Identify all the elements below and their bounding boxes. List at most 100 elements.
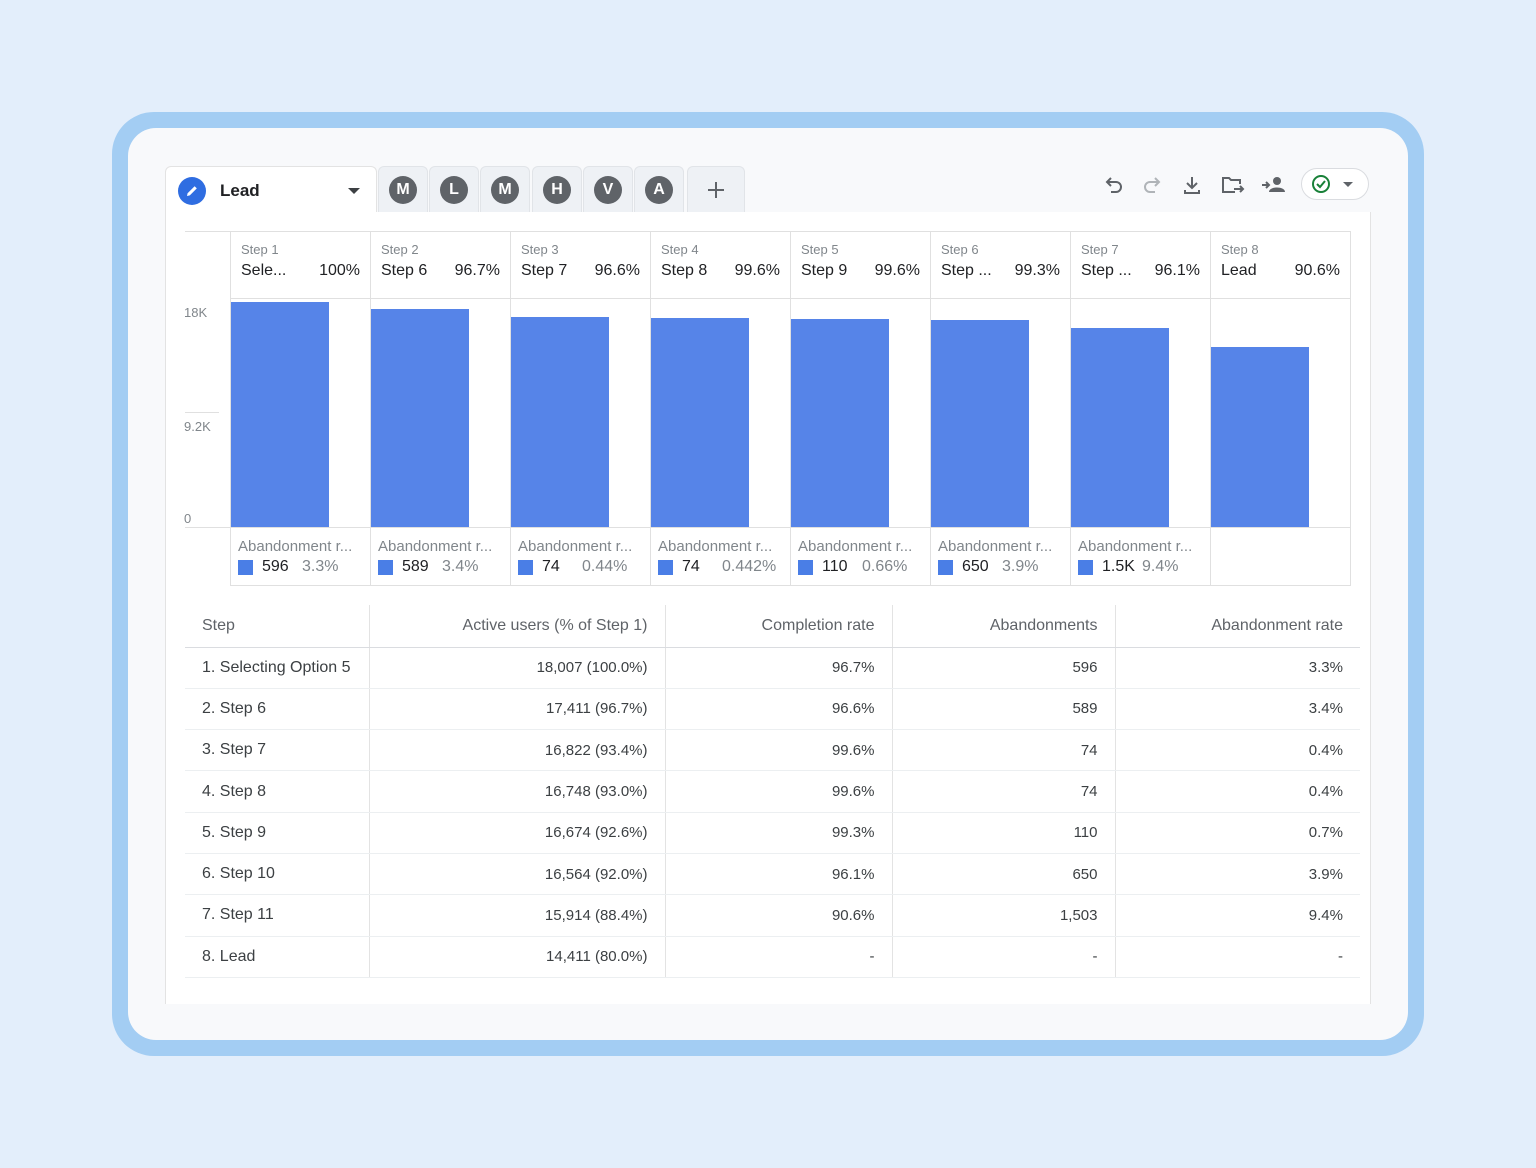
funnel-bar[interactable] xyxy=(651,318,749,527)
table-row[interactable]: 8. Lead 14,411 (80.0%) - - - xyxy=(185,936,1360,978)
step-header[interactable]: Step 6 Step ... 99.3% xyxy=(930,240,1070,290)
segment-tab[interactable]: A xyxy=(634,166,684,212)
segment-tab[interactable]: L xyxy=(429,166,479,212)
step-number: Step 4 xyxy=(661,242,699,257)
step-header[interactable]: Step 2 Step 6 96.7% xyxy=(370,240,510,290)
column-header-abandonment-rate[interactable]: Abandonment rate xyxy=(1114,605,1360,648)
step-header[interactable]: Step 1 Sele... 100% xyxy=(230,240,370,290)
funnel-bar[interactable] xyxy=(791,319,889,527)
chevron-down-icon[interactable] xyxy=(348,187,360,194)
table-row[interactable]: 1. Selecting Option 5 18,007 (100.0%) 96… xyxy=(185,647,1360,689)
cell-step: 8. Lead xyxy=(185,936,369,978)
cell-completion-rate: 99.6% xyxy=(664,729,892,772)
step-header[interactable]: Step 7 Step ... 96.1% xyxy=(1070,240,1210,290)
step-number: Step 1 xyxy=(241,242,279,257)
abandonment-summary[interactable]: Abandonment r... 589 3.4% xyxy=(370,536,510,582)
segment-badge: M xyxy=(491,175,519,204)
y-tick-label: 18K xyxy=(184,305,208,320)
move-folder-icon[interactable] xyxy=(1218,170,1248,200)
cell-completion-rate: 96.6% xyxy=(664,688,892,731)
abandonment-summary[interactable]: Abandonment r... 110 0.66% xyxy=(790,536,930,582)
abandonment-label: Abandonment r... xyxy=(658,538,773,555)
funnel-bar[interactable] xyxy=(931,320,1029,527)
table-row[interactable]: 4. Step 8 16,748 (93.0%) 99.6% 74 0.4% xyxy=(185,770,1360,813)
cell-abandonments: 74 xyxy=(891,729,1115,772)
step-number: Step 2 xyxy=(381,242,419,257)
segment-badge: A xyxy=(645,175,673,204)
step-header[interactable]: Step 5 Step 9 99.6% xyxy=(790,240,930,290)
abandonment-summary[interactable]: Abandonment r... 1.5K 9.4% xyxy=(1070,536,1210,582)
step-name: Step 9 xyxy=(801,262,848,279)
share-users-icon[interactable] xyxy=(1259,170,1289,200)
step-percent: 96.6% xyxy=(594,262,640,279)
tab-label: Lead xyxy=(220,180,260,200)
chevron-down-icon[interactable] xyxy=(1343,181,1353,187)
step-header[interactable]: Step 4 Step 8 99.6% xyxy=(650,240,790,290)
abandonment-rate: 3.9% xyxy=(1002,558,1039,575)
undo-icon[interactable] xyxy=(1098,170,1128,200)
segment-tab[interactable]: M xyxy=(378,166,428,212)
cell-step: 2. Step 6 xyxy=(185,688,369,731)
abandonment-summary[interactable]: Abandonment r... 596 3.3% xyxy=(230,536,370,582)
step-header[interactable]: Step 8 Lead 90.6% xyxy=(1210,240,1350,290)
cell-step: 6. Step 10 xyxy=(185,853,369,896)
funnel-bar[interactable] xyxy=(231,302,329,527)
step-header[interactable]: Step 3 Step 7 96.6% xyxy=(510,240,650,290)
abandonment-summary[interactable]: Abandonment r... 650 3.9% xyxy=(930,536,1070,582)
column-header-completion-rate[interactable]: Completion rate xyxy=(664,605,892,648)
segment-tab[interactable]: M xyxy=(480,166,530,212)
step-percent: 100% xyxy=(319,262,360,279)
pencil-icon[interactable] xyxy=(178,176,206,205)
tab-lead[interactable]: Lead xyxy=(165,166,377,214)
cell-step: 7. Step 11 xyxy=(185,894,369,937)
abandonment-summary[interactable]: Abandonment r... 74 0.44% xyxy=(510,536,650,582)
funnel-bar[interactable] xyxy=(1071,328,1169,527)
table-row[interactable]: 6. Step 10 16,564 (92.0%) 96.1% 650 3.9% xyxy=(185,853,1360,896)
column-header-abandonments[interactable]: Abandonments xyxy=(891,605,1115,648)
y-tick-label: 9.2K xyxy=(184,419,211,434)
redo-icon[interactable] xyxy=(1138,170,1168,200)
abandonment-summary[interactable]: Abandonment r... 74 0.442% xyxy=(650,536,790,582)
cell-step: 5. Step 9 xyxy=(185,812,369,854)
abandonment-rate: 0.44% xyxy=(582,558,628,575)
segment-badge: H xyxy=(543,175,571,204)
step-name: Lead xyxy=(1221,262,1257,279)
step-name: Step 7 xyxy=(521,262,568,279)
table-row[interactable]: 3. Step 7 16,822 (93.4%) 99.6% 74 0.4% xyxy=(185,729,1360,772)
status-dropdown[interactable] xyxy=(1301,168,1369,200)
abandonment-label: Abandonment r... xyxy=(1078,538,1193,555)
funnel-bar[interactable] xyxy=(371,309,469,527)
abandonment-rate: 3.3% xyxy=(302,558,339,575)
cell-abandonment-rate: - xyxy=(1114,936,1360,978)
cell-abandonment-rate: 0.7% xyxy=(1114,812,1360,854)
abandonment-rate: 0.442% xyxy=(722,558,777,575)
table-row[interactable]: 2. Step 6 17,411 (96.7%) 96.6% 589 3.4% xyxy=(185,688,1360,731)
abandonment-count: 589 xyxy=(402,558,429,575)
column-header-active-users[interactable]: Active users (% of Step 1) xyxy=(368,605,665,648)
legend-swatch xyxy=(1078,560,1093,575)
segment-tab[interactable]: V xyxy=(583,166,633,212)
cell-abandonment-rate: 0.4% xyxy=(1114,770,1360,813)
funnel-bar[interactable] xyxy=(1211,347,1309,527)
funnel-table: Step Active users (% of Step 1) Completi… xyxy=(185,605,1360,978)
plus-icon xyxy=(708,181,724,198)
cell-abandonments: 596 xyxy=(891,647,1115,689)
cell-step: 1. Selecting Option 5 xyxy=(185,647,369,689)
cell-active-users: 16,564 (92.0%) xyxy=(368,853,665,896)
cell-abandonments: 589 xyxy=(891,688,1115,731)
step-name: Step ... xyxy=(1081,262,1132,279)
table-header-row: Step Active users (% of Step 1) Completi… xyxy=(185,605,1360,648)
funnel-bar[interactable] xyxy=(511,317,609,527)
segment-tab[interactable]: H xyxy=(532,166,582,212)
step-percent: 90.6% xyxy=(1294,262,1340,279)
legend-swatch xyxy=(518,560,533,575)
table-row[interactable]: 5. Step 9 16,674 (92.6%) 99.3% 110 0.7% xyxy=(185,812,1360,854)
cell-completion-rate: 96.1% xyxy=(664,853,892,896)
abandonment-label: Abandonment r... xyxy=(938,538,1053,555)
download-icon[interactable] xyxy=(1177,170,1207,200)
column-header-step[interactable]: Step xyxy=(185,605,369,648)
cell-completion-rate: 99.6% xyxy=(664,770,892,813)
table-row[interactable]: 7. Step 11 15,914 (88.4%) 90.6% 1,503 9.… xyxy=(185,894,1360,937)
add-tab-button[interactable] xyxy=(687,166,745,212)
abandonment-count: 650 xyxy=(962,558,989,575)
